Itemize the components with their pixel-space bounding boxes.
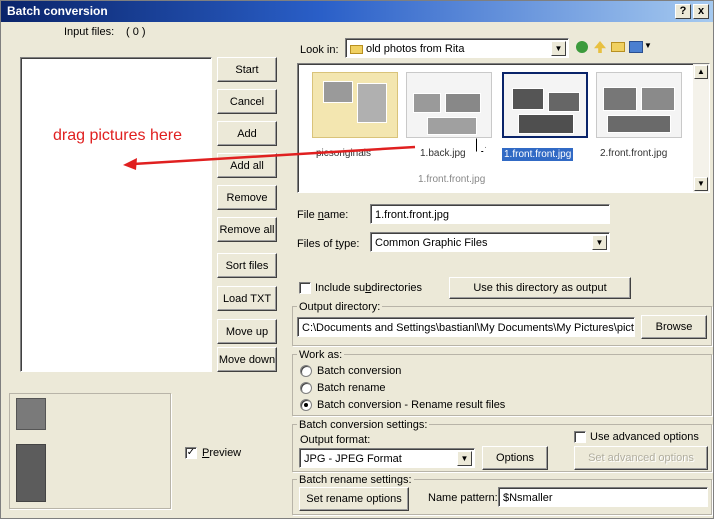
drag-arrow-annotation [123, 145, 416, 170]
name-pattern-input[interactable]: $Nsmaller [498, 487, 708, 507]
set-advanced-options-button[interactable]: Set advanced options [574, 446, 708, 470]
input-file-list[interactable] [20, 57, 212, 372]
include-subdirectories-label: Include subdirectories [315, 282, 423, 294]
preview-checkbox[interactable]: ✓ [185, 447, 197, 459]
chevron-down-icon[interactable]: ▼ [457, 451, 472, 466]
folder-icon [350, 44, 363, 54]
title-bar: Batch conversion ? x [1, 1, 713, 22]
move-up-button[interactable]: Move up [217, 319, 277, 344]
start-button[interactable]: Start [217, 57, 277, 82]
thumb-photo [641, 87, 675, 111]
file-thumbnail-folder[interactable] [312, 72, 398, 138]
load-txt-button[interactable]: Load TXT [217, 286, 277, 311]
thumb-photo [445, 93, 481, 113]
chevron-down-icon[interactable]: ▼ [551, 41, 566, 56]
radio-conversion-rename-label: Batch conversion - Rename result files [317, 399, 506, 411]
thumb-photo [603, 87, 637, 111]
set-rename-options-button[interactable]: Set rename options [299, 487, 409, 511]
input-files-count: ( 0 ) [126, 26, 146, 38]
close-button[interactable]: x [693, 4, 709, 19]
options-button[interactable]: Options [482, 446, 548, 470]
window-title: Batch conversion [7, 4, 108, 18]
preview-panel [9, 393, 171, 509]
thumb-photo [518, 114, 574, 134]
work-as-label: Work as: [297, 349, 345, 361]
output-directory-input[interactable]: C:\Documents and Settings\bastianl\My Do… [297, 317, 635, 337]
preview-thumbnail-top [16, 398, 46, 430]
view-menu-chevron-icon[interactable]: ▼ [644, 41, 652, 50]
radio-conversion-rename[interactable] [300, 399, 312, 411]
files-of-type-label: Files of type: [297, 238, 360, 250]
output-format-label: Output format: [300, 434, 371, 446]
browse-button[interactable]: Browse [641, 315, 707, 339]
remove-all-button[interactable]: Remove all [217, 217, 277, 242]
remove-button[interactable]: Remove [217, 185, 277, 210]
file-thumbnail-back[interactable] [406, 72, 492, 138]
use-directory-as-output-button[interactable]: Use this directory as output [449, 277, 631, 299]
drag-ghost-label: 1.front.front.jpg [418, 174, 486, 185]
file-browser[interactable]: picsoriginals 1.back.jpg 1.front.front.j… [297, 63, 710, 193]
thumb-photo [548, 92, 580, 112]
help-button[interactable]: ? [675, 4, 691, 19]
thumb-photo [427, 117, 477, 135]
conversion-settings-label: Batch conversion settings: [297, 419, 430, 431]
scroll-up-icon[interactable]: ▲ [694, 65, 708, 79]
output-format-value: JPG - JPEG Format [304, 453, 402, 465]
look-in-dropdown[interactable]: old photos from Rita ▼ [345, 38, 569, 58]
rename-settings-label: Batch rename settings: [297, 474, 414, 486]
preview-thumbnail-bottom [16, 444, 46, 502]
up-folder-icon[interactable] [594, 41, 606, 53]
file-thumbnail-selected[interactable] [502, 72, 588, 138]
thumb-photo [512, 88, 544, 110]
name-pattern-label: Name pattern: [428, 492, 498, 504]
file-thumbnail-2front[interactable] [596, 72, 682, 138]
output-directory-label: Output directory: [297, 301, 383, 313]
radio-batch-conversion[interactable] [300, 365, 312, 377]
file-name-label-selected: 1.front.front.jpg [502, 148, 574, 161]
radio-batch-rename-label: Batch rename [317, 382, 386, 394]
preview-label: Preview [202, 447, 242, 459]
input-files-label: Input files: [64, 26, 115, 38]
folder-photo [357, 83, 387, 123]
view-menu-icon[interactable] [629, 41, 643, 53]
sort-files-button[interactable]: Sort files [217, 253, 277, 278]
use-advanced-options-checkbox[interactable] [574, 431, 586, 443]
look-in-value: old photos from Rita [366, 43, 465, 55]
thumb-photo [413, 93, 441, 113]
files-of-type-dropdown[interactable]: Common Graphic Files ▼ [370, 232, 610, 252]
radio-batch-rename[interactable] [300, 382, 312, 394]
file-name-label: 2.front.front.jpg [600, 148, 668, 159]
look-in-label: Look in: [300, 44, 339, 56]
output-format-dropdown[interactable]: JPG - JPEG Format ▼ [299, 448, 475, 468]
file-name-label: 1.back.jpg [420, 148, 466, 159]
file-name-input[interactable]: 1.front.front.jpg [370, 204, 610, 224]
scroll-down-icon[interactable]: ▼ [694, 177, 708, 191]
use-advanced-options-label: Use advanced options [590, 431, 699, 443]
chevron-down-icon[interactable]: ▼ [592, 235, 607, 250]
radio-batch-conversion-label: Batch conversion [317, 365, 402, 377]
batch-conversion-window: Batch conversion ? x Input files: ( 0 ) … [0, 0, 714, 519]
new-folder-icon[interactable] [611, 42, 625, 52]
move-down-button[interactable]: Move down [217, 347, 277, 372]
file-browser-scrollbar[interactable]: ▲ ▼ [693, 64, 709, 192]
files-of-type-value: Common Graphic Files [375, 237, 488, 249]
mouse-cursor-icon [476, 138, 486, 152]
thumb-photo [607, 115, 671, 133]
include-subdirectories-checkbox[interactable] [299, 282, 311, 294]
folder-photo [323, 81, 353, 103]
back-icon[interactable] [576, 41, 588, 53]
file-name-field-label: File name: [297, 209, 349, 221]
cancel-button[interactable]: Cancel [217, 89, 277, 114]
